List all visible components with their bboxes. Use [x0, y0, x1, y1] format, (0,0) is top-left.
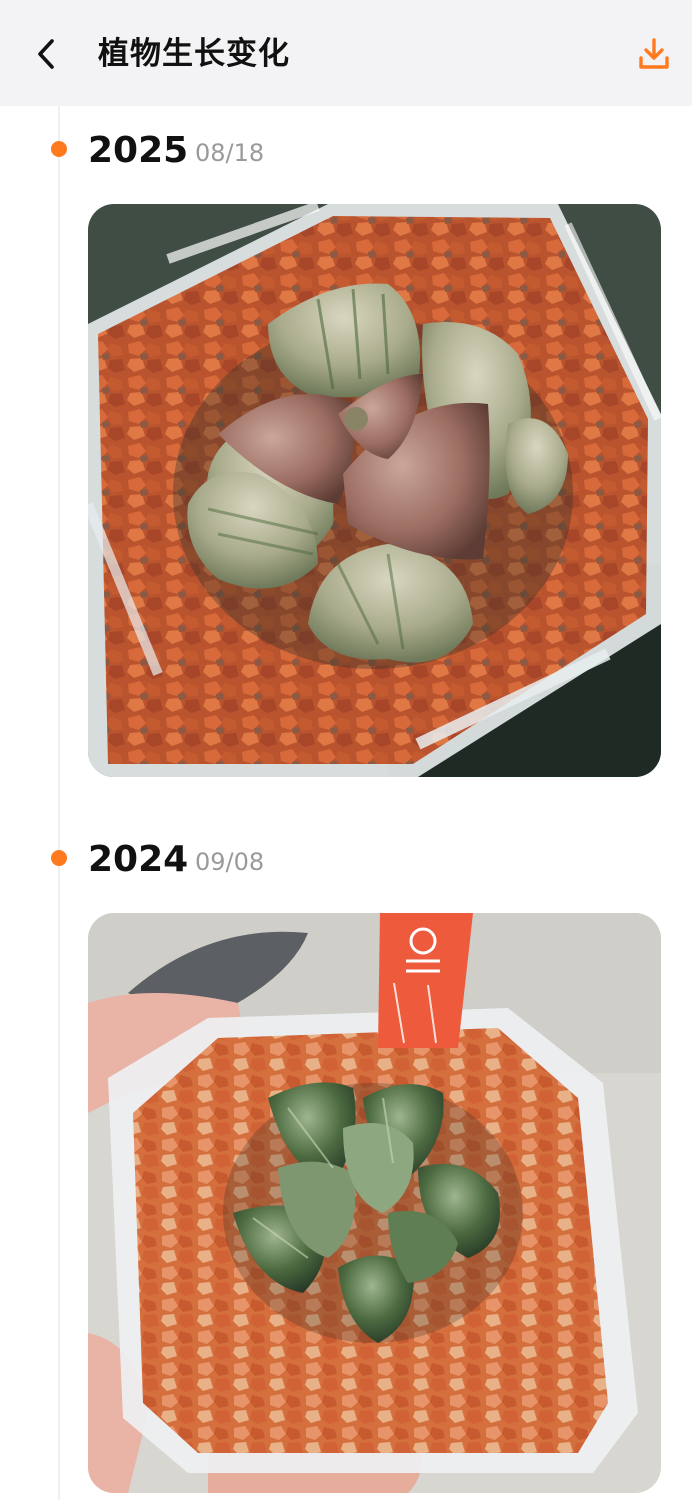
top-bar: 植物生长变化	[0, 0, 692, 106]
entry-year: 2024	[88, 839, 189, 880]
page-title: 植物生长变化	[98, 36, 290, 72]
back-button[interactable]	[26, 32, 66, 76]
entry-date: 08/18	[195, 139, 265, 167]
chevron-left-icon	[38, 39, 54, 69]
plant-photo[interactable]	[88, 204, 661, 777]
download-icon	[639, 38, 669, 69]
timeline-dot	[51, 141, 67, 157]
entry-date: 09/08	[195, 848, 265, 876]
plant-photo[interactable]	[88, 913, 661, 1493]
entry-year: 2025	[88, 130, 189, 171]
download-button[interactable]	[632, 32, 676, 76]
timeline-line	[58, 106, 60, 1500]
timeline-dot	[51, 850, 67, 866]
